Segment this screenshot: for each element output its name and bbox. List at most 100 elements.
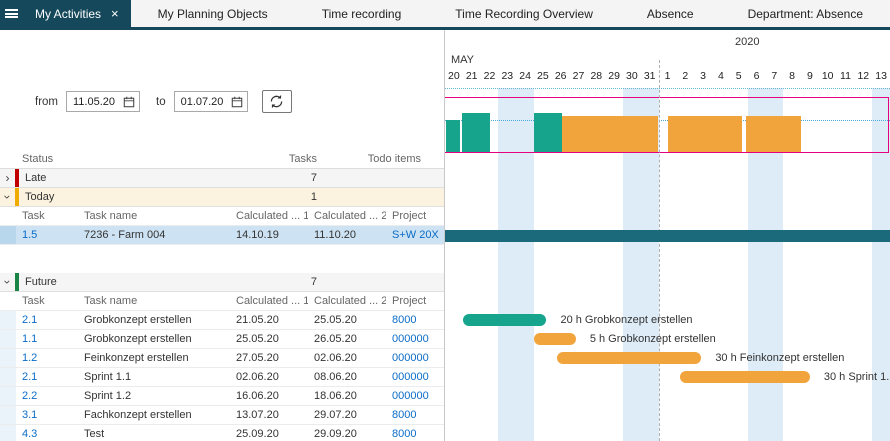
project-link[interactable]: 000000	[386, 352, 444, 364]
project-link[interactable]: 8000	[386, 428, 444, 440]
row-gutter	[0, 387, 16, 405]
task-row[interactable]: 3.1Fachkonzept erstellen13.07.2029.07.20…	[0, 406, 444, 425]
calculated-date-2: 08.06.20	[308, 371, 386, 383]
column-header-label: Project	[392, 295, 426, 307]
column-header[interactable]: Task name	[78, 295, 230, 307]
column-header-label: Task	[22, 210, 45, 222]
row-gutter	[0, 349, 16, 367]
day-header: 4	[712, 70, 730, 82]
task-row[interactable]: 1.2Feinkonzept erstellen27.05.2002.06.20…	[0, 349, 444, 368]
gantt-bar[interactable]	[534, 333, 576, 345]
project-link[interactable]: 8000	[386, 314, 444, 326]
tab-absence[interactable]: Absence	[620, 0, 721, 27]
task-number[interactable]: 2.1	[16, 371, 78, 383]
task-number[interactable]: 1.2	[16, 352, 78, 364]
project-link[interactable]: S+W 20X	[386, 229, 444, 241]
timeline-day-row: 2021222324252627282930311234567891011121…	[445, 70, 890, 85]
calculated-date-2: 26.05.20	[308, 333, 386, 345]
task-number[interactable]: 4.3	[16, 428, 78, 440]
column-header[interactable]: Calculated ... 1▲	[230, 210, 308, 222]
tab-department-absence[interactable]: Department: Absence	[721, 0, 890, 27]
column-header[interactable]: Task	[16, 210, 78, 222]
task-number[interactable]: 2.1	[16, 314, 78, 326]
hamburger-icon	[5, 8, 18, 20]
task-row[interactable]: 2.2Sprint 1.216.06.2018.06.20000000	[0, 387, 444, 406]
task-number[interactable]: 1.1	[16, 333, 78, 345]
tab-my-activities[interactable]: My Activities ×	[23, 0, 131, 27]
day-header: 24	[516, 70, 534, 82]
task-row[interactable]: 1.1Grobkonzept erstellen25.05.2026.05.20…	[0, 330, 444, 349]
column-header[interactable]: Task name	[78, 210, 230, 222]
tab-time-recording[interactable]: Time recording	[295, 0, 429, 27]
tab-time-recording-overview[interactable]: Time Recording Overview	[428, 0, 620, 27]
column-header[interactable]: Calculated ... 2▲	[308, 295, 386, 307]
calculated-date-2: 11.10.20	[308, 229, 386, 241]
calculated-date-1: 25.05.20	[230, 333, 308, 345]
calculated-date-1: 21.05.20	[230, 314, 308, 326]
task-row[interactable]: 2.1Grobkonzept erstellen21.05.2025.05.20…	[0, 311, 444, 330]
calculated-date-1: 27.05.20	[230, 352, 308, 364]
day-header: 27	[570, 70, 588, 82]
tab-my-planning-objects[interactable]: My Planning Objects	[131, 0, 295, 27]
project-link[interactable]: 000000	[386, 333, 444, 345]
task-number[interactable]: 2.2	[16, 390, 78, 402]
calculated-date-2: 25.05.20	[308, 314, 386, 326]
gantt-bar-label: 5 h Grobkonzept erstellen	[590, 333, 716, 345]
task-number[interactable]: 1.5	[16, 229, 78, 241]
row-gutter	[0, 406, 16, 424]
refresh-button[interactable]	[262, 90, 292, 113]
day-header: 10	[819, 70, 837, 82]
day-header: 30	[623, 70, 641, 82]
task-name: Fachkonzept erstellen	[78, 409, 230, 421]
column-header[interactable]: Project	[386, 295, 444, 307]
table-spacer	[0, 245, 444, 273]
close-icon[interactable]: ×	[111, 7, 119, 20]
day-header: 7	[765, 70, 783, 82]
column-header-label: Task name	[84, 210, 137, 222]
calendar-icon[interactable]	[231, 96, 243, 108]
project-link[interactable]: 000000	[386, 371, 444, 383]
expand-chevron-icon[interactable]: ›	[0, 171, 15, 185]
status-column-header[interactable]: Status	[22, 153, 53, 165]
project-link[interactable]: 000000	[386, 390, 444, 402]
tab-label: My Activities	[35, 7, 101, 21]
task-row[interactable]: 4.3Test25.09.2029.09.208000	[0, 425, 444, 441]
group-status-bar	[15, 169, 19, 187]
column-header[interactable]: Task	[16, 295, 78, 307]
column-header-label: Calculated ... 2	[314, 295, 386, 307]
group-row-future[interactable]: ›Future7	[0, 273, 444, 292]
expand-chevron-icon[interactable]: ›	[1, 190, 15, 205]
menu-button[interactable]	[0, 0, 23, 27]
group-task-count: 1	[311, 191, 317, 203]
from-date-value: 11.05.20	[73, 96, 115, 108]
from-label: from	[35, 96, 58, 108]
column-header[interactable]: Project	[386, 210, 444, 222]
expand-chevron-icon[interactable]: ›	[1, 275, 15, 290]
from-date-input[interactable]: 11.05.20	[66, 91, 140, 112]
gantt-bar[interactable]	[463, 314, 547, 326]
project-link[interactable]: 8000	[386, 409, 444, 421]
table-header-row: Status Tasks Todo items	[0, 150, 444, 169]
chart-top-dotted-line	[445, 88, 890, 89]
gantt-bar[interactable]	[445, 230, 890, 242]
task-number[interactable]: 3.1	[16, 409, 78, 421]
group-row-today[interactable]: ›Today1	[0, 188, 444, 207]
gantt-chart: 2020 MAY 2021222324252627282930311234567…	[445, 30, 890, 441]
group-row-late[interactable]: ›Late7	[0, 169, 444, 188]
calendar-icon[interactable]	[123, 96, 135, 108]
day-header: 1	[659, 70, 677, 82]
task-name: Grobkonzept erstellen	[78, 333, 230, 345]
task-row[interactable]: 1.57236 - Farm 00414.10.1911.10.20S+W 20…	[0, 226, 444, 245]
gantt-bar[interactable]	[680, 371, 810, 383]
row-gutter	[0, 226, 16, 244]
column-header[interactable]: Calculated ... 2▲	[308, 210, 386, 222]
top-tab-bar: My Activities × My Planning Objects Time…	[0, 0, 890, 30]
column-header-label: Project	[392, 210, 426, 222]
column-header[interactable]: Calculated ... 1▲	[230, 295, 308, 307]
task-row[interactable]: 2.1Sprint 1.102.06.2008.06.20000000	[0, 368, 444, 387]
calculated-date-1: 16.06.20	[230, 390, 308, 402]
todo-items-column-header[interactable]: Todo items	[368, 153, 421, 165]
gantt-bar[interactable]	[557, 352, 701, 364]
tasks-column-header[interactable]: Tasks	[289, 153, 317, 165]
to-date-input[interactable]: 01.07.20	[174, 91, 248, 112]
